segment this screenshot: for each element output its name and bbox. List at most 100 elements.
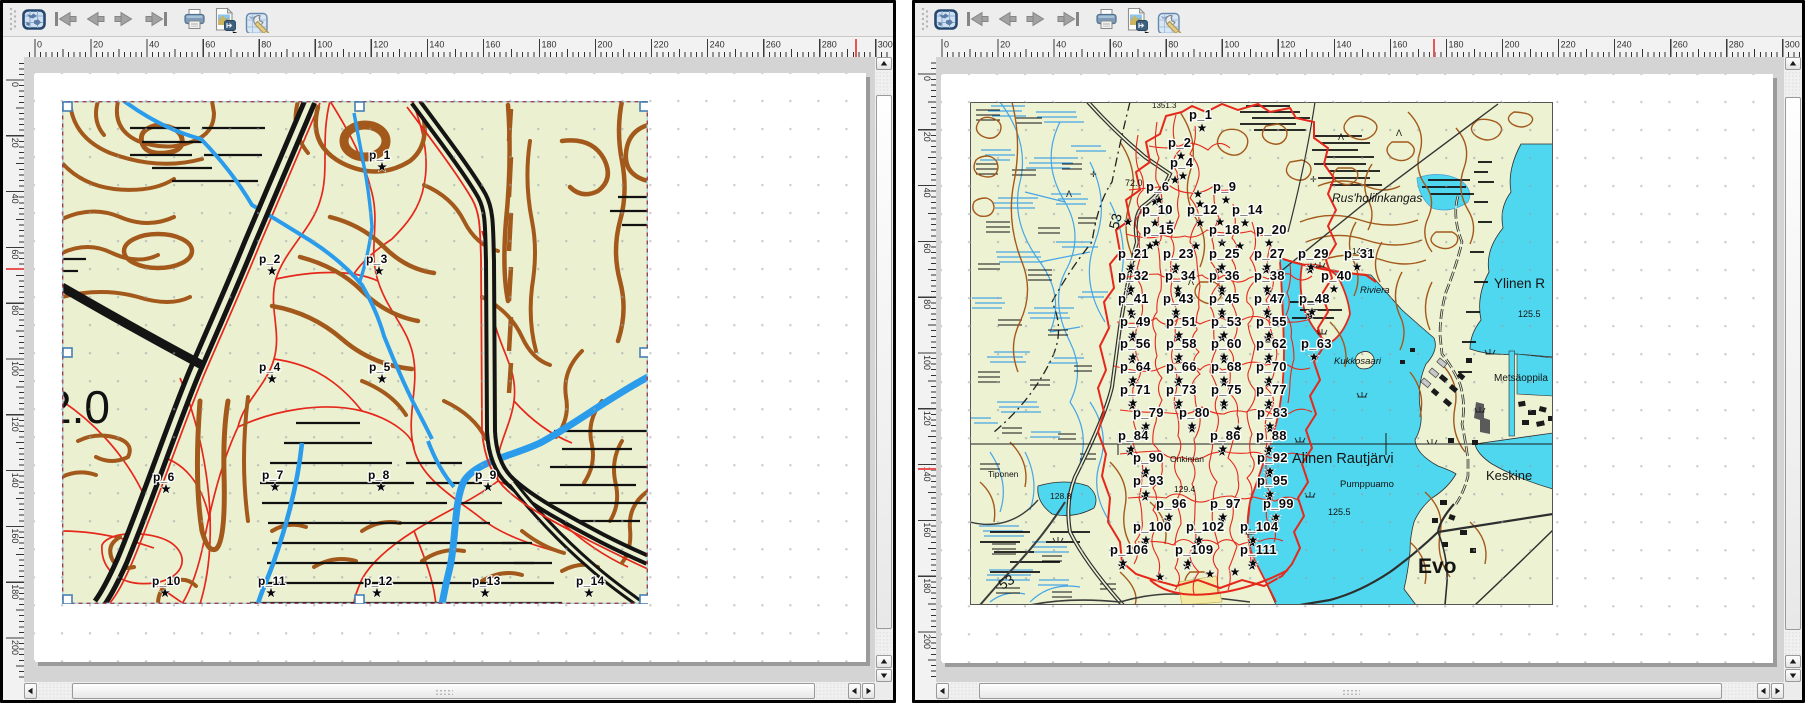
svg-text:p_48: p_48 (1299, 291, 1330, 306)
svg-text:20: 20 (922, 132, 932, 142)
svg-text:160: 160 (1392, 40, 1407, 50)
svg-text:160: 160 (10, 528, 20, 543)
svg-text:p_97: p_97 (1210, 496, 1241, 511)
svg-text:p_45: p_45 (1209, 291, 1240, 306)
svg-text:128.8: 128.8 (1050, 491, 1072, 501)
svg-text:120: 120 (373, 40, 388, 50)
svg-text:p_2: p_2 (1168, 135, 1191, 150)
svg-text:140: 140 (1336, 40, 1351, 50)
svg-text:2.0: 2.0 (62, 381, 110, 433)
svg-text:Λ: Λ (1396, 128, 1402, 138)
svg-text:p_95: p_95 (1257, 473, 1288, 488)
svg-text:p_10: p_10 (1142, 202, 1173, 217)
svg-text:0: 0 (944, 40, 949, 50)
svg-text:p_92: p_92 (1257, 450, 1288, 465)
svg-text:53: 53 (1105, 212, 1125, 231)
svg-text:p_62: p_62 (1256, 336, 1287, 351)
svg-text:120: 120 (1280, 40, 1295, 50)
svg-text:p_83: p_83 (1257, 405, 1288, 420)
svg-text:p_64: p_64 (1120, 359, 1151, 374)
svg-text:140: 140 (10, 473, 20, 488)
svg-text:Λ: Λ (1066, 189, 1072, 199)
svg-text:p_75: p_75 (1211, 382, 1242, 397)
svg-text:160: 160 (485, 40, 500, 50)
svg-text:300: 300 (878, 40, 893, 50)
svg-text:p_106: p_106 (1110, 542, 1148, 557)
svg-text:40: 40 (1056, 40, 1066, 50)
svg-text:✛: ✛ (1090, 170, 1097, 179)
svg-text:p_71: p_71 (1120, 382, 1151, 397)
svg-text:60: 60 (1112, 40, 1122, 50)
svg-text:p_4: p_4 (259, 360, 281, 374)
svg-text:✛: ✛ (1310, 175, 1317, 184)
svg-text:72.0: 72.0 (1125, 178, 1143, 188)
svg-text:180: 180 (542, 40, 557, 50)
svg-text:60: 60 (10, 249, 20, 259)
svg-text:80: 80 (1168, 40, 1178, 50)
svg-text:80: 80 (10, 305, 20, 315)
svg-text:p_13: p_13 (472, 574, 501, 588)
svg-text:p_60: p_60 (1211, 336, 1242, 351)
svg-text:p_3: p_3 (366, 252, 388, 266)
svg-text:p_23: p_23 (1163, 246, 1194, 261)
svg-text:p_36: p_36 (1209, 268, 1240, 283)
svg-text:p_1: p_1 (369, 148, 391, 162)
svg-text:p_49: p_49 (1120, 314, 1151, 329)
svg-text:p_11: p_11 (258, 574, 286, 588)
svg-text:100: 100 (1224, 40, 1239, 50)
svg-text:p_9: p_9 (475, 468, 497, 482)
svg-text:p_70: p_70 (1256, 359, 1287, 374)
svg-text:20: 20 (93, 40, 103, 50)
svg-text:p_8: p_8 (368, 468, 390, 482)
svg-text:p_102: p_102 (1186, 519, 1224, 534)
svg-text:p_58: p_58 (1166, 336, 1197, 351)
svg-text:Metsäoppila: Metsäoppila (1494, 373, 1548, 384)
svg-text:p_55: p_55 (1256, 314, 1287, 329)
svg-text:p_4: p_4 (1170, 155, 1194, 170)
svg-text:0: 0 (10, 82, 20, 87)
svg-text:200: 200 (1505, 40, 1520, 50)
svg-text:p_100: p_100 (1133, 519, 1171, 534)
svg-text:p_38: p_38 (1254, 268, 1285, 283)
svg-text:p_27: p_27 (1254, 246, 1285, 261)
svg-text:p_84: p_84 (1118, 428, 1149, 443)
svg-text:100: 100 (317, 40, 332, 50)
svg-text:p_12: p_12 (364, 574, 393, 588)
svg-text:p_99: p_99 (1263, 496, 1294, 511)
svg-text:p_93: p_93 (1133, 473, 1164, 488)
svg-text:p_77: p_77 (1256, 382, 1287, 397)
svg-text:p_43: p_43 (1163, 291, 1194, 306)
svg-text:1351.3: 1351.3 (1152, 102, 1177, 110)
svg-text:200: 200 (922, 634, 932, 649)
svg-text:p_6: p_6 (1146, 179, 1169, 194)
svg-text:0: 0 (922, 76, 932, 81)
svg-text:p_86: p_86 (1210, 428, 1241, 443)
svg-text:Tiponen: Tiponen (988, 469, 1019, 479)
svg-text:240: 240 (1617, 40, 1632, 50)
svg-text:120: 120 (922, 411, 932, 426)
svg-text:p_12: p_12 (1187, 202, 1218, 217)
svg-text:120: 120 (10, 417, 20, 432)
svg-text:p_2: p_2 (259, 252, 281, 266)
svg-text:60: 60 (205, 40, 215, 50)
svg-text:p_32: p_32 (1118, 268, 1149, 283)
svg-text:p_79: p_79 (1133, 405, 1164, 420)
svg-text:180: 180 (10, 584, 20, 599)
svg-text:Keskine: Keskine (1486, 468, 1532, 483)
svg-text:p_53: p_53 (1211, 314, 1242, 329)
svg-text:p_40: p_40 (1321, 268, 1352, 283)
svg-text:Alinen Rautjärvi: Alinen Rautjärvi (1292, 451, 1394, 467)
svg-text:180: 180 (922, 578, 932, 593)
svg-text:129.4: 129.4 (1174, 484, 1196, 494)
svg-text:p_111: p_111 (1240, 542, 1277, 557)
svg-text:p_6: p_6 (153, 470, 175, 484)
svg-text:p_73: p_73 (1166, 382, 1197, 397)
svg-text:240: 240 (710, 40, 725, 50)
svg-text:p_25: p_25 (1209, 246, 1240, 261)
svg-text:180: 180 (1449, 40, 1464, 50)
svg-text:p_21: p_21 (1118, 246, 1149, 261)
svg-text:p_14: p_14 (576, 574, 605, 588)
svg-text:Λ: Λ (1338, 132, 1344, 142)
svg-text:80: 80 (261, 40, 271, 50)
svg-text:125.5: 125.5 (1518, 309, 1541, 319)
